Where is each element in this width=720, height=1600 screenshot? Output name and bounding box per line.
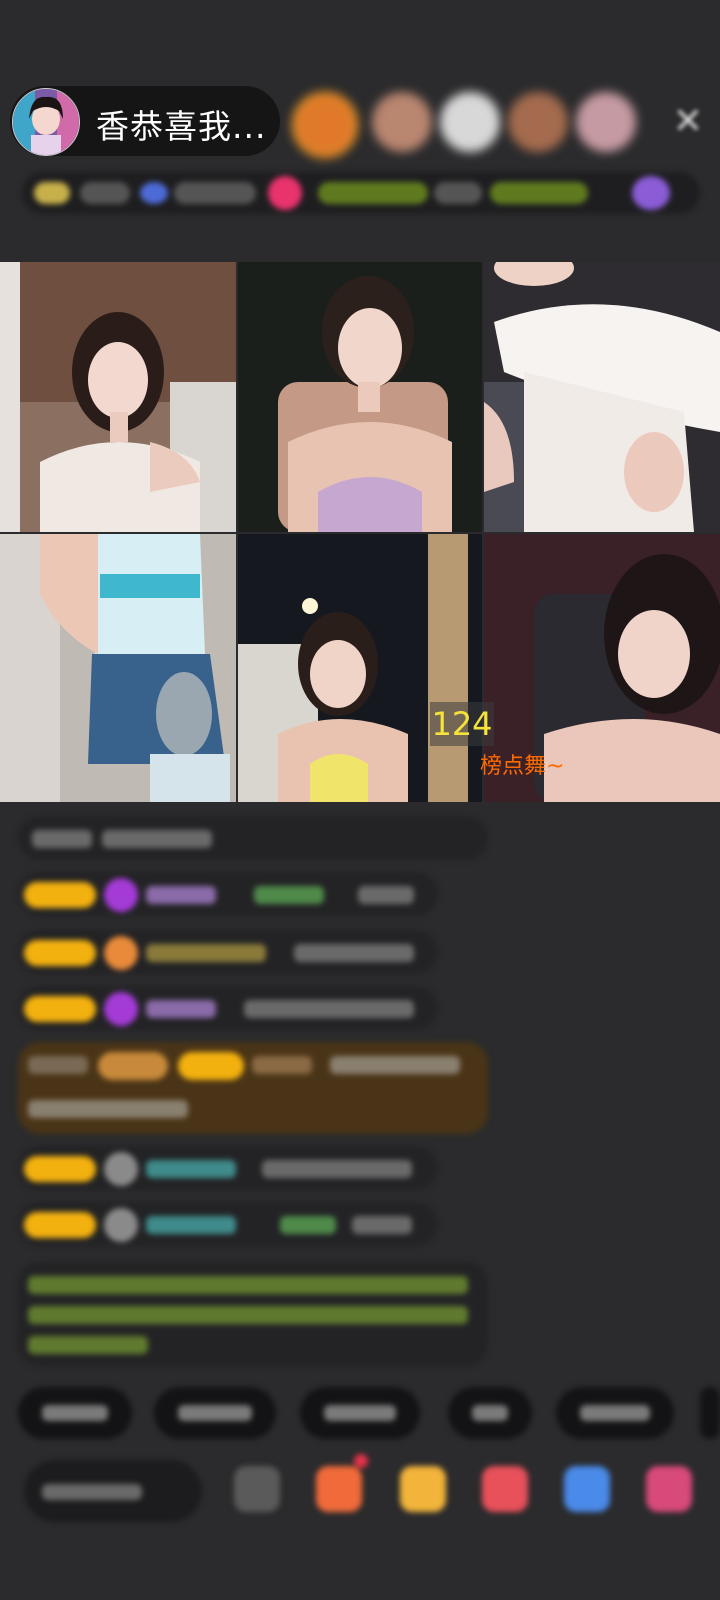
live-info-bar[interactable] <box>22 172 700 214</box>
gem-icon <box>104 992 138 1026</box>
stream-tile[interactable] <box>238 534 482 802</box>
host-info-pill[interactable]: 香恭喜我... <box>10 86 280 156</box>
viewer-avatar[interactable] <box>440 92 500 152</box>
default-avatar-icon <box>104 1152 138 1186</box>
chat-username <box>146 944 266 962</box>
quick-reply-chip[interactable] <box>700 1387 720 1439</box>
gem-icon <box>104 878 138 912</box>
quick-reply-chip[interactable] <box>556 1387 674 1439</box>
close-icon[interactable]: ✕ <box>668 102 708 142</box>
gift-box-icon[interactable] <box>316 1466 362 1512</box>
stream-number-badge: 124 <box>430 702 494 746</box>
chat-username <box>146 1000 216 1018</box>
level-badge <box>24 1156 96 1182</box>
quick-reply-chip[interactable] <box>448 1387 532 1439</box>
chat-message <box>18 816 488 860</box>
info-text <box>434 182 482 204</box>
chat-text <box>358 886 414 904</box>
more-gift-icon[interactable] <box>646 1466 692 1512</box>
level-badge <box>24 940 96 966</box>
level-badge <box>98 1052 168 1080</box>
stream-tile[interactable] <box>238 262 482 532</box>
chat-text <box>28 1100 188 1118</box>
chat-username <box>254 886 324 904</box>
info-text <box>174 182 256 204</box>
chat-message <box>18 986 438 1030</box>
chat-text <box>244 1000 414 1018</box>
chat-message <box>18 872 438 916</box>
quick-reply-chip[interactable] <box>18 1387 132 1439</box>
quick-reply-chip[interactable] <box>300 1387 420 1439</box>
chat-username <box>146 886 216 904</box>
host-name: 香恭喜我... <box>96 107 267 146</box>
stream-tile[interactable] <box>0 262 236 532</box>
chat-username <box>146 1216 236 1234</box>
game-icon[interactable] <box>564 1466 610 1512</box>
chat-username <box>146 1160 236 1178</box>
level-badge <box>24 996 96 1022</box>
comment-input[interactable] <box>24 1460 202 1522</box>
viewer-avatar[interactable] <box>292 92 358 158</box>
default-avatar-icon <box>104 1208 138 1242</box>
emoji-icon[interactable] <box>234 1466 280 1512</box>
chat-text <box>102 830 212 848</box>
quick-reply-chip[interactable] <box>154 1387 276 1439</box>
host-avatar[interactable] <box>12 88 80 156</box>
chat-text <box>330 1056 460 1074</box>
notice-text <box>28 1276 468 1294</box>
chat-text <box>294 944 414 962</box>
multi-stream-grid <box>0 262 720 802</box>
chat-text <box>262 1160 412 1178</box>
heart-icon <box>268 176 302 210</box>
notification-dot <box>354 1454 368 1468</box>
chat-message <box>18 1146 438 1190</box>
level-badge <box>24 1212 96 1238</box>
viewer-avatar[interactable] <box>508 92 568 152</box>
stream-caption: 榜点舞~ <box>480 754 565 779</box>
task-text <box>490 182 588 204</box>
level-badge <box>24 882 96 908</box>
chat-text <box>32 830 92 848</box>
chat-message <box>18 930 438 974</box>
info-text <box>80 182 130 204</box>
more-icon <box>632 176 670 210</box>
notice-text <box>28 1336 148 1354</box>
chat-username <box>252 1056 312 1074</box>
chat-highlight-message <box>18 1042 488 1134</box>
chat-text <box>352 1216 412 1234</box>
task-text <box>318 182 428 204</box>
viewer-avatar[interactable] <box>372 92 432 152</box>
chat-text <box>28 1056 88 1074</box>
chat-username <box>280 1216 336 1234</box>
hand-icon <box>104 936 138 970</box>
star-icon <box>140 182 168 204</box>
rank-icon <box>34 182 70 204</box>
heart-gift-icon[interactable] <box>482 1466 528 1512</box>
system-notice <box>18 1262 488 1366</box>
treasure-icon[interactable] <box>400 1466 446 1512</box>
stream-tile[interactable] <box>484 262 720 532</box>
stream-tile[interactable] <box>0 534 236 802</box>
viewer-avatar[interactable] <box>576 92 636 152</box>
notice-text <box>28 1306 468 1324</box>
chat-message <box>18 1202 438 1246</box>
level-badge <box>178 1052 244 1080</box>
